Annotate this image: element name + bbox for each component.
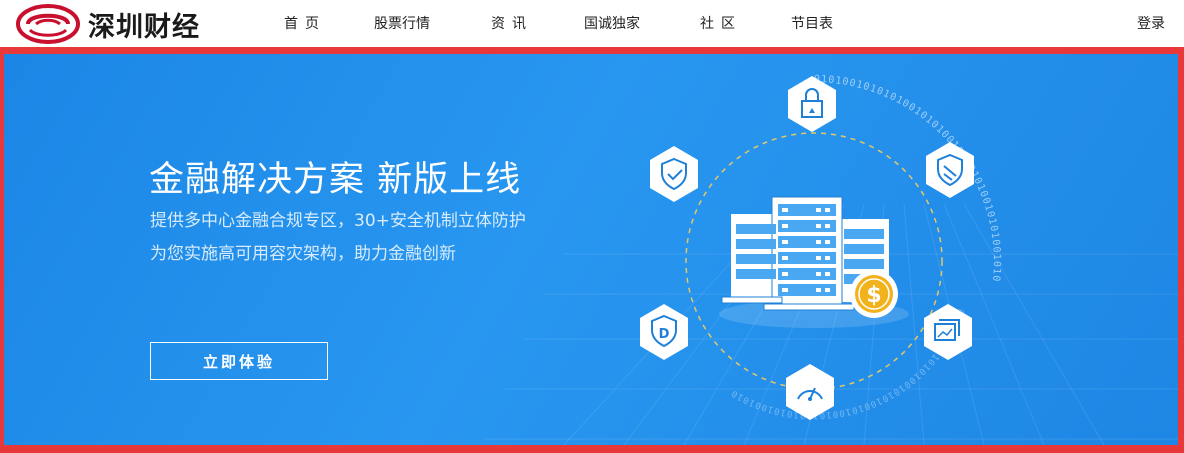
site-logo[interactable]: 深圳财经 <box>16 2 231 46</box>
banner-subtitle-line-2: 为您实施高可用容灾架构，助力金融创新 <box>150 244 456 264</box>
top-navigation-bar: 深圳财经 首页 股票行情 资讯 国诚独家 社区 节目表 登录 <box>0 0 1184 47</box>
promo-banner[interactable]: 金融解决方案 新版上线 提供多中心金融合规专区，30+安全机制立体防护 为您实施… <box>4 54 1178 445</box>
nav-item-stock-quotes[interactable]: 股票行情 <box>374 13 430 33</box>
logo-text: 深圳财经 <box>88 11 200 43</box>
logo-mark-icon <box>16 4 80 44</box>
nav-item-program-schedule[interactable]: 节目表 <box>791 13 833 33</box>
banner-title: 金融解决方案 新版上线 <box>149 160 522 200</box>
try-now-button[interactable]: 立即体验 <box>150 342 328 380</box>
shield-icon <box>926 142 974 198</box>
dollar-coin-icon: $ <box>850 270 898 318</box>
nav-item-community[interactable]: 社区 <box>700 13 742 33</box>
nav-item-guocheng-exclusive[interactable]: 国诚独家 <box>584 13 640 33</box>
nav-item-news[interactable]: 资讯 <box>491 13 533 33</box>
d-badge-icon: D <box>640 304 688 360</box>
security-illustration: 0101001010101001010100101001010010101001… <box>640 74 1001 420</box>
svg-text:D: D <box>659 327 670 342</box>
banner-highlight-frame: 金融解决方案 新版上线 提供多中心金融合规专区，30+安全机制立体防护 为您实施… <box>0 47 1184 453</box>
banner-subtitle-line-1: 提供多中心金融合规专区，30+安全机制立体防护 <box>150 211 526 231</box>
shield-check-icon <box>650 146 698 202</box>
svg-text:$: $ <box>866 283 881 308</box>
nav-item-home[interactable]: 首页 <box>284 13 326 33</box>
login-link[interactable]: 登录 <box>1137 13 1165 33</box>
